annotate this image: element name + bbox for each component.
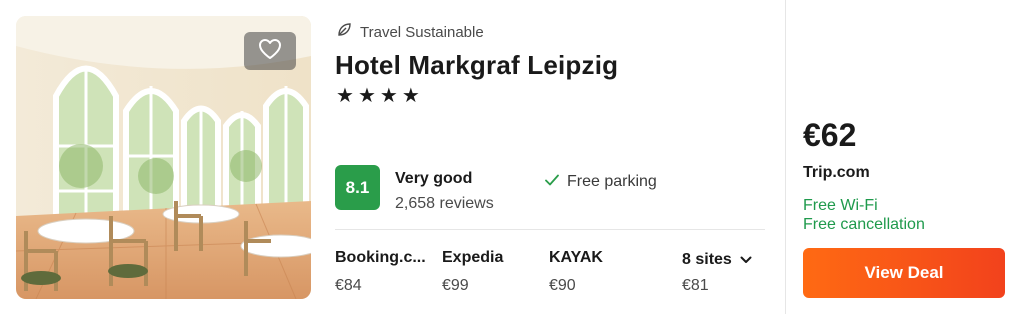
site-name: KAYAK [549,249,603,266]
star-rating: ★ ★ ★ ★ [336,86,420,106]
site-price-kayak[interactable]: KAYAK €90 [549,249,603,295]
star-icon: ★ [336,85,354,107]
favorite-button[interactable] [244,32,296,70]
more-sites-label: 8 sites [682,251,732,268]
site-price: €84 [335,277,362,294]
best-price-site: Trip.com [803,164,870,181]
leaf-icon [336,22,352,43]
chevron-down-icon [740,251,752,269]
view-deal-button[interactable]: View Deal [803,248,1005,298]
site-price: €90 [549,277,576,294]
site-name: Booking.c... [335,249,426,266]
more-sites-dropdown[interactable]: 8 sites €81 [682,251,752,295]
perk-free-wifi: Free Wi-Fi [803,197,878,214]
amenity-free-parking: Free parking [545,173,657,191]
review-count[interactable]: 2,658 reviews [395,195,494,213]
more-sites-price: €81 [682,277,709,294]
star-icon: ★ [357,85,376,107]
check-icon [545,173,559,191]
best-price: €62 [803,117,857,153]
star-icon: ★ [401,85,420,107]
heart-outline-icon [258,38,282,65]
rating-label: Very good [395,170,473,187]
star-icon: ★ [379,85,398,107]
site-price-expedia[interactable]: Expedia €99 [442,249,503,295]
site-price-booking[interactable]: Booking.c... €84 [335,249,426,295]
hotel-result-card: Travel Sustainable Hotel Markgraf Leipzi… [0,0,1024,314]
rating-score-badge: 8.1 [335,165,380,210]
site-name: Expedia [442,249,504,266]
site-price: €99 [442,277,469,294]
hotel-name[interactable]: Hotel Markgraf Leipzig [335,50,618,81]
perk-free-cancellation: Free cancellation [803,216,925,233]
divider [335,229,765,230]
amenity-label: Free parking [567,173,657,190]
column-divider [785,0,786,314]
travel-sustainable-label: Travel Sustainable [360,24,484,41]
travel-sustainable-tag: Travel Sustainable [336,22,484,43]
